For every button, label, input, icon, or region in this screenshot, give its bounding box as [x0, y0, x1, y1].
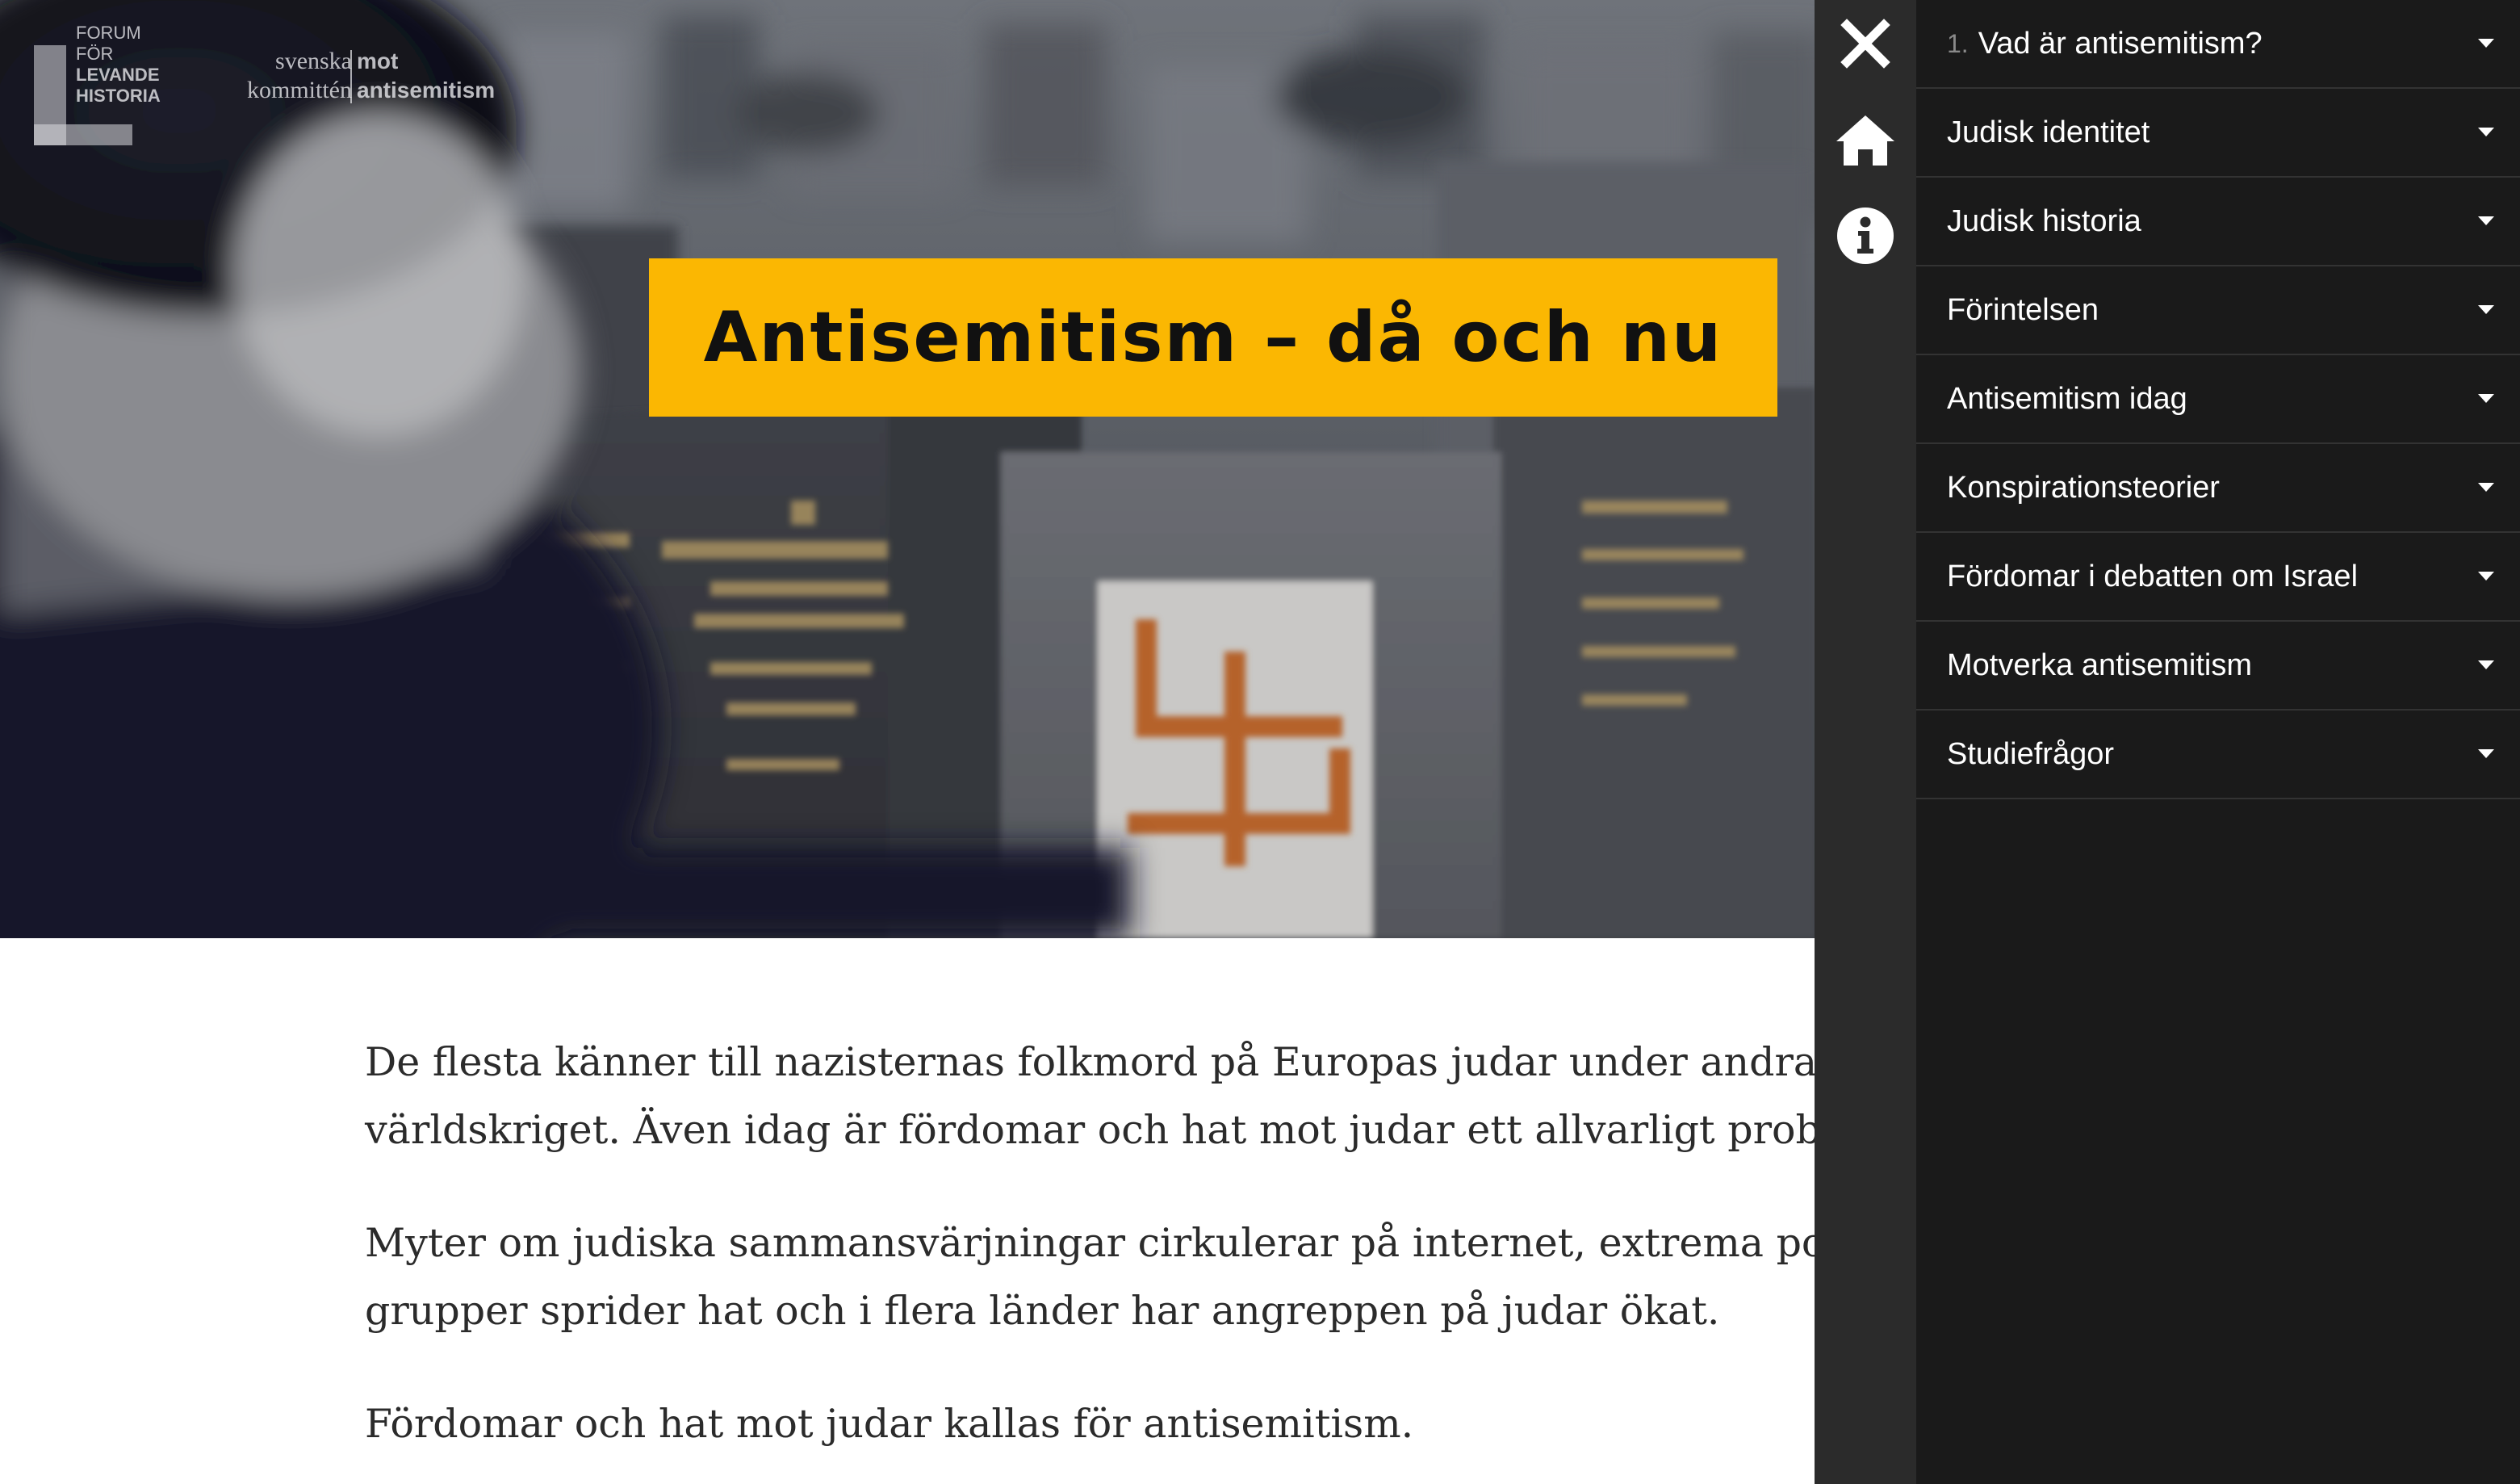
- hero-banner: FORUM FÖR LEVANDE HISTORIA svenska kommi…: [0, 0, 1815, 938]
- logo-line: FÖR: [76, 44, 114, 64]
- menu-item-fordomar-i-debatten[interactable]: Fördomar i debatten om Israel: [1916, 533, 2520, 622]
- menu-item-konspirationsteorier[interactable]: Konspirationsteorier: [1916, 444, 2520, 533]
- menu-item-label-wrap: Konspirationsteorier: [1947, 444, 2220, 531]
- chapter-menu: 1. Vad är antisemitism? Judisk identitet…: [1916, 0, 2520, 1484]
- menu-item-label: Judisk historia: [1947, 203, 2141, 238]
- paragraph-line: världskriget. Även idag är fördomar och …: [365, 1107, 1815, 1153]
- menu-item-label-wrap: Motverka antisemitism: [1947, 622, 2252, 709]
- forum-for-levande-historia-logo[interactable]: FORUM FÖR LEVANDE HISTORIA: [32, 23, 178, 145]
- chevron-down-icon[interactable]: [2478, 660, 2494, 669]
- paragraph-line: De flesta känner till nazisternas folkmo…: [365, 1039, 1815, 1085]
- menu-item-label-wrap: 1. Vad är antisemitism?: [1947, 0, 2263, 87]
- logo-mark-horizontal: [34, 124, 132, 145]
- svenska-kommitten-logo[interactable]: svenska kommittén mot antisemitism: [205, 47, 512, 111]
- menu-item-label-wrap: Förintelsen: [1947, 266, 2099, 354]
- menu-item-label: Studiefrågor: [1947, 736, 2115, 771]
- menu-item-label-wrap: Fördomar i debatten om Israel: [1947, 533, 2358, 620]
- home-icon: [1836, 115, 1894, 166]
- menu-item-vad-ar-antisemitism[interactable]: 1. Vad är antisemitism?: [1916, 0, 2520, 89]
- logo-line: FORUM: [76, 23, 141, 43]
- menu-item-label: Motverka antisemitism: [1947, 648, 2252, 682]
- logo-line: mot: [357, 48, 399, 73]
- chevron-down-icon[interactable]: [2478, 572, 2494, 581]
- article-paragraph: Fördomar och hat mot judar kallas för an…: [365, 1390, 1815, 1458]
- icon-rail: [1815, 0, 1916, 1484]
- page-title: Antisemitism – då och nu: [703, 297, 1723, 378]
- menu-item-number: 1.: [1947, 28, 1969, 58]
- menu-item-label-wrap: Studiefrågor: [1947, 711, 2114, 798]
- logo-text: FORUM FÖR LEVANDE HISTORIA: [76, 23, 161, 107]
- info-icon: [1837, 208, 1894, 264]
- chevron-down-icon[interactable]: [2478, 394, 2494, 403]
- menu-item-label-wrap: Judisk identitet: [1947, 89, 2150, 176]
- article-paragraph: Myter om judiska sammansvärjningar cirku…: [365, 1209, 1815, 1345]
- home-button[interactable]: [1825, 100, 1906, 181]
- close-icon: [1840, 19, 1890, 69]
- paragraph-line: grupper sprider hat och i flera länder h…: [365, 1288, 1720, 1334]
- menu-item-judisk-historia[interactable]: Judisk historia: [1916, 178, 2520, 266]
- menu-item-judisk-identitet[interactable]: Judisk identitet: [1916, 89, 2520, 178]
- paragraph-line: Fördomar och hat mot judar kallas för an…: [365, 1401, 1414, 1447]
- menu-item-label: Konspirationsteorier: [1947, 470, 2220, 505]
- menu-item-label: Judisk identitet: [1947, 115, 2150, 149]
- chevron-down-icon[interactable]: [2478, 483, 2494, 492]
- title-banner: Antisemitism – då och nu: [649, 258, 1777, 417]
- menu-item-label: Vad är antisemitism?: [1978, 26, 2263, 61]
- logo-text-left: svenska kommittén: [247, 47, 352, 105]
- hero-background-image: [0, 0, 1815, 938]
- logo-line: LEVANDE: [76, 65, 160, 85]
- menu-item-label-wrap: Judisk historia: [1947, 178, 2141, 265]
- menu-item-motverka-antisemitism[interactable]: Motverka antisemitism: [1916, 622, 2520, 711]
- chevron-down-icon[interactable]: [2478, 128, 2494, 136]
- page: FORUM FÖR LEVANDE HISTORIA svenska kommi…: [0, 0, 2520, 1484]
- chapter-list: 1. Vad är antisemitism? Judisk identitet…: [1916, 0, 2520, 799]
- logo-text-right: mot antisemitism: [357, 47, 495, 105]
- logo-line: kommittén: [247, 77, 352, 103]
- close-button[interactable]: [1825, 3, 1906, 84]
- menu-item-studiefragor[interactable]: Studiefrågor: [1916, 711, 2520, 799]
- chevron-down-icon[interactable]: [2478, 39, 2494, 48]
- article-body: De flesta känner till nazisternas folkmo…: [0, 938, 1815, 1484]
- logo-line: svenska: [275, 48, 352, 74]
- menu-item-label: Fördomar i debatten om Israel: [1947, 559, 2359, 593]
- article-paragraph: De flesta känner till nazisternas folkmo…: [365, 1029, 1815, 1164]
- menu-item-label: Antisemitism idag: [1947, 381, 2187, 416]
- menu-item-forintelsen[interactable]: Förintelsen: [1916, 266, 2520, 355]
- paragraph-line: Myter om judiska sammansvärjningar cirku…: [365, 1220, 1815, 1266]
- chevron-down-icon[interactable]: [2478, 305, 2494, 314]
- logo-line: antisemitism: [357, 78, 496, 103]
- logo-divider: [350, 50, 352, 103]
- logo-line: HISTORIA: [76, 86, 161, 106]
- chevron-down-icon[interactable]: [2478, 749, 2494, 758]
- menu-item-antisemitism-idag[interactable]: Antisemitism idag: [1916, 355, 2520, 444]
- info-button[interactable]: [1825, 195, 1906, 276]
- menu-item-label-wrap: Antisemitism idag: [1947, 355, 2187, 442]
- menu-item-label: Förintelsen: [1947, 292, 2099, 327]
- chevron-down-icon[interactable]: [2478, 216, 2494, 225]
